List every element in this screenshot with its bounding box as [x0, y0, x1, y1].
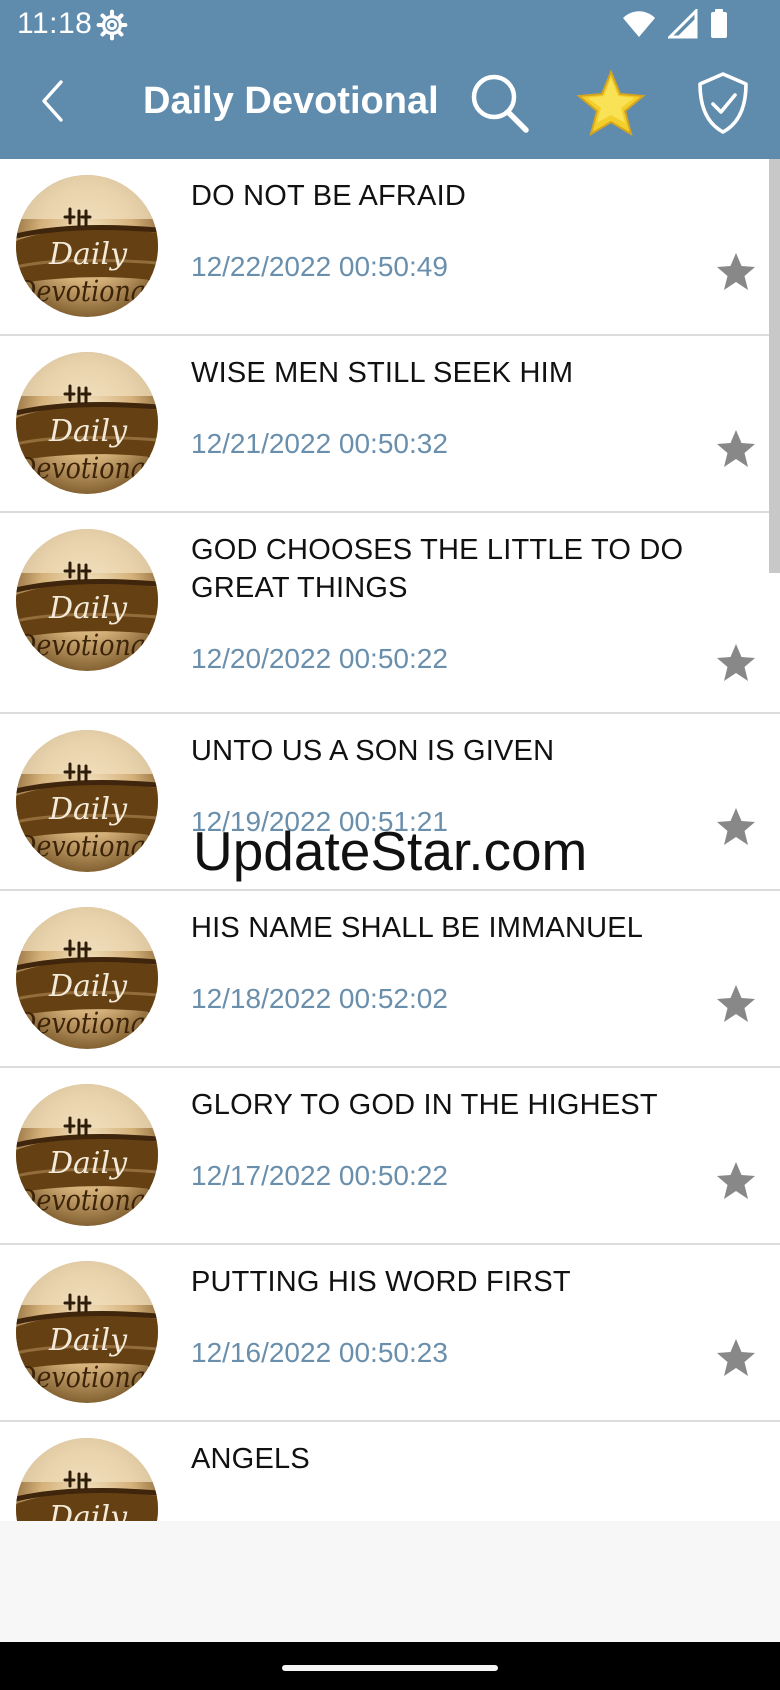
gear-icon	[96, 9, 128, 41]
daily-devotional-logo: Daily Devotional	[16, 907, 158, 1049]
item-title: GOD CHOOSES THE LITTLE TO DO GREAT THING…	[191, 534, 684, 604]
item-date: 12/17/2022 00:50:22	[191, 1160, 448, 1191]
battery-icon	[710, 9, 728, 44]
daily-devotional-logo: Daily Devotional	[16, 1084, 158, 1226]
item-title: HIS NAME SHALL BE IMMANUEL	[191, 912, 644, 944]
search-icon	[464, 74, 538, 144]
home-indicator[interactable]	[282, 1665, 498, 1671]
devotional-list[interactable]: Daily Devotional DO NOT BE AFRAID 12/22/2…	[0, 159, 780, 1521]
svg-text:Daily: Daily	[48, 1146, 128, 1181]
status-bar: 11:18	[0, 0, 780, 48]
svg-text:Daily: Daily	[48, 237, 128, 272]
chevron-left-icon	[32, 80, 84, 132]
svg-text:Daily: Daily	[48, 792, 128, 827]
item-title: WISE MEN STILL SEEK HIM	[191, 357, 574, 389]
list-item[interactable]: Daily Devotional PUTTING HIS WORD FIRST 1…	[0, 1245, 780, 1422]
svg-text:Devotional: Devotional	[16, 829, 154, 863]
verified-shield-button[interactable]	[686, 66, 760, 140]
favorite-star-icon[interactable]	[714, 427, 758, 471]
item-date: 12/21/2022 00:50:32	[191, 428, 448, 459]
item-date: 12/18/2022 00:52:02	[191, 983, 448, 1014]
svg-text:Devotional: Devotional	[16, 1006, 154, 1040]
wifi-icon	[622, 9, 656, 44]
item-date: 12/22/2022 00:50:49	[191, 251, 448, 282]
status-icons	[622, 7, 728, 44]
status-time: 11:18	[17, 7, 93, 40]
item-title: ANGELS	[191, 1443, 310, 1475]
top-app-area: 11:18 Daily Devotional	[0, 0, 780, 159]
shield-check-icon	[686, 72, 760, 144]
daily-devotional-logo: Daily Devotional	[16, 529, 158, 671]
back-button[interactable]	[32, 74, 84, 128]
daily-devotional-logo: Daily Devotional	[16, 1261, 158, 1403]
svg-text:Daily: Daily	[48, 969, 128, 1004]
svg-text:Daily: Daily	[48, 591, 128, 626]
svg-text:Devotional: Devotional	[16, 1183, 154, 1217]
item-title: UNTO US A SON IS GIVEN	[191, 735, 555, 767]
svg-text:Daily: Daily	[48, 1500, 128, 1521]
list-item[interactable]: Daily Devotional GOD CHOOSES THE LITTLE …	[0, 513, 780, 714]
page-title: Daily Devotional	[143, 80, 439, 122]
favorite-star-icon[interactable]	[714, 641, 758, 685]
app-toolbar: Daily Devotional	[0, 48, 780, 159]
svg-text:Devotional: Devotional	[16, 628, 154, 662]
svg-text:Devotional: Devotional	[16, 1360, 154, 1394]
list-item[interactable]: Daily Devotional GLORY TO GOD IN THE HIG…	[0, 1068, 780, 1245]
daily-devotional-logo: Daily Devotional	[16, 730, 158, 872]
daily-devotional-logo: Daily Devotional	[16, 1438, 158, 1521]
svg-text:Daily: Daily	[48, 1323, 128, 1358]
favorites-button[interactable]	[574, 66, 648, 140]
daily-devotional-logo: Daily Devotional	[16, 352, 158, 494]
daily-devotional-logo: Daily Devotional	[16, 175, 158, 317]
favorite-star-icon[interactable]	[714, 250, 758, 294]
favorite-star-icon[interactable]	[714, 1159, 758, 1203]
svg-text:Devotional: Devotional	[16, 274, 154, 308]
item-date: 12/20/2022 00:50:22	[191, 643, 448, 674]
list-scrollbar[interactable]	[769, 159, 780, 573]
search-button[interactable]	[464, 66, 538, 140]
list-item[interactable]: Daily Devotional UNTO US A SON IS GIVEN 1…	[0, 714, 780, 891]
item-title: GLORY TO GOD IN THE HIGHEST	[191, 1089, 658, 1121]
signal-icon	[666, 7, 698, 44]
svg-text:Daily: Daily	[48, 414, 128, 449]
favorite-star-icon[interactable]	[714, 805, 758, 849]
item-title: DO NOT BE AFRAID	[191, 180, 466, 212]
app-screen: 11:18 Daily Devotional Daily Devotional …	[0, 0, 780, 1690]
list-item[interactable]: Daily Devotional HIS NAME SHALL BE IMMAN…	[0, 891, 780, 1068]
favorite-star-icon[interactable]	[714, 982, 758, 1026]
system-navigation-bar	[0, 1642, 780, 1690]
list-item[interactable]: Daily Devotional WISE MEN STILL SEEK HIM…	[0, 336, 780, 513]
item-title: PUTTING HIS WORD FIRST	[191, 1266, 571, 1298]
list-item[interactable]: Daily Devotional ANGELS	[0, 1422, 780, 1521]
item-date: 12/16/2022 00:50:23	[191, 1337, 448, 1368]
star-icon	[574, 69, 648, 144]
item-date: 12/19/2022 00:51:21	[191, 806, 448, 837]
svg-text:Devotional: Devotional	[16, 451, 154, 485]
favorite-star-icon[interactable]	[714, 1336, 758, 1380]
list-item[interactable]: Daily Devotional DO NOT BE AFRAID 12/22/2…	[0, 159, 780, 336]
